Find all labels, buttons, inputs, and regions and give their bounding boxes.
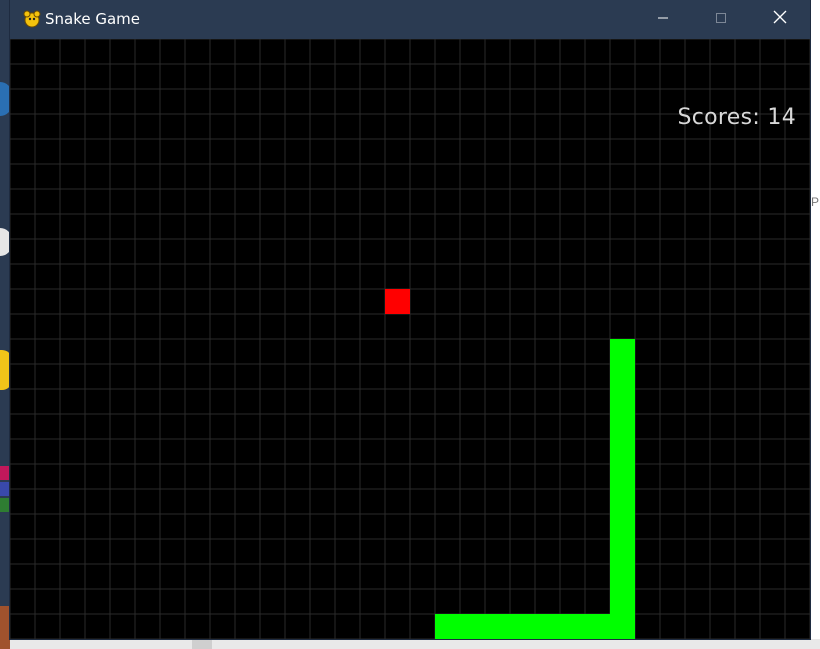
food-pellet	[385, 289, 410, 314]
snake-segment	[610, 564, 635, 589]
snake-segment	[610, 464, 635, 489]
snake-head	[610, 339, 635, 364]
snake-segment	[610, 489, 635, 514]
snake-segment	[610, 539, 635, 564]
snake-segment	[610, 439, 635, 464]
close-button[interactable]	[750, 0, 810, 39]
maximize-button[interactable]	[692, 0, 750, 39]
window-title: Snake Game	[45, 10, 141, 28]
snake-segment	[610, 414, 635, 439]
background-window-text: P	[811, 195, 820, 209]
background-window	[810, 0, 820, 649]
minimize-icon	[657, 11, 669, 29]
snake-segment	[560, 614, 585, 639]
game-window: Snake Game Scores: 14	[10, 0, 810, 639]
title-bar[interactable]: Snake Game	[10, 0, 810, 39]
snake-segment	[460, 614, 485, 639]
score-label: Scores: 14	[677, 105, 796, 130]
snake-segment	[610, 514, 635, 539]
pygame-snake-icon	[22, 9, 42, 29]
close-icon	[773, 10, 787, 29]
snake-segment	[610, 614, 635, 639]
snake-segment	[485, 614, 510, 639]
snake-segment	[585, 614, 610, 639]
maximize-icon	[715, 11, 727, 29]
snake-segment	[610, 389, 635, 414]
minimize-button[interactable]	[634, 0, 692, 39]
snake-segment	[535, 614, 560, 639]
snake-segment	[610, 364, 635, 389]
snake-segment	[610, 589, 635, 614]
snake-segment	[510, 614, 535, 639]
snake-segment	[435, 614, 460, 639]
game-canvas[interactable]: Scores: 14	[10, 39, 810, 639]
scrollbar[interactable]	[192, 639, 212, 649]
background-window	[10, 639, 820, 649]
